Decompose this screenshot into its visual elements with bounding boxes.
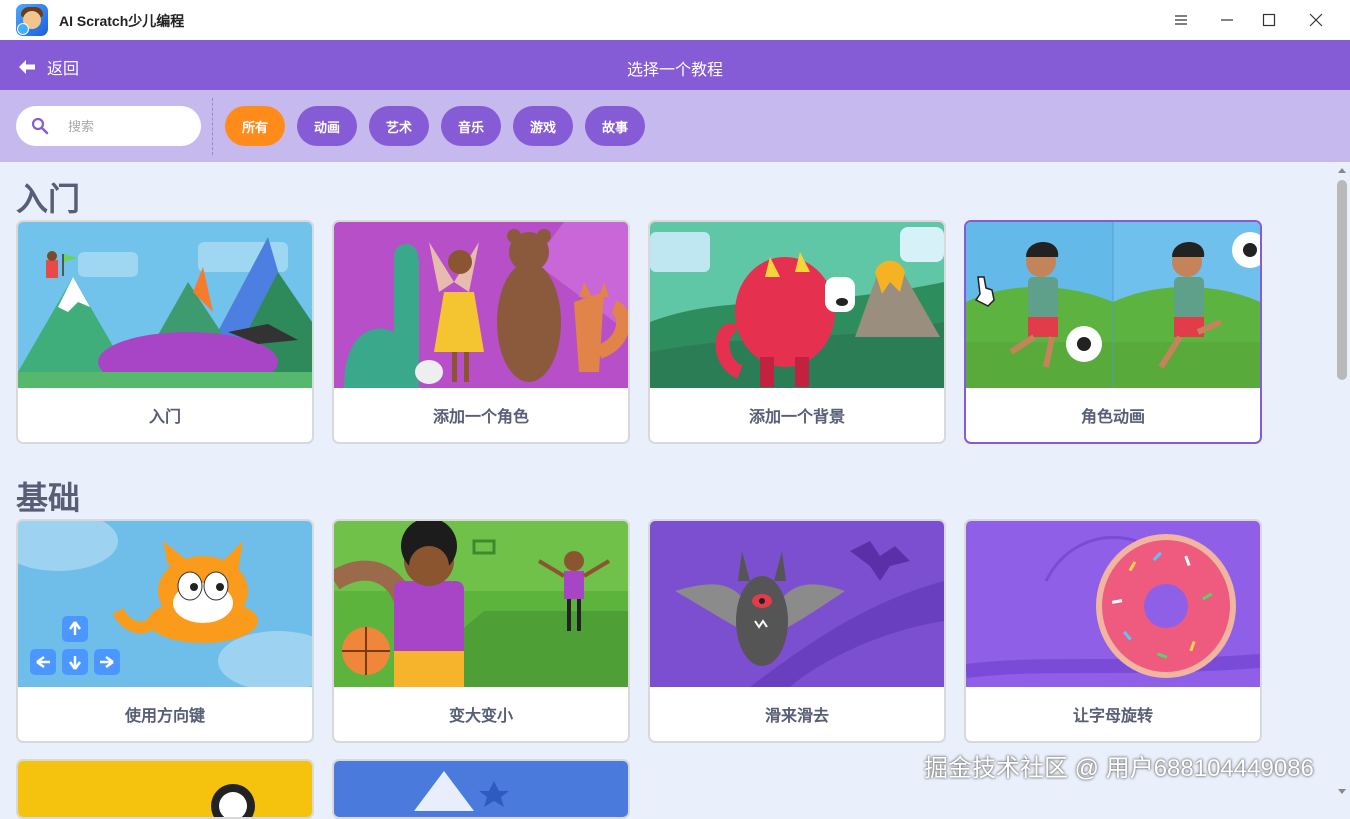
thumbnail-soccer bbox=[966, 222, 1260, 388]
tutorial-card-grow-shrink[interactable]: 变大变小 bbox=[332, 519, 630, 743]
vertical-scrollbar[interactable] bbox=[1334, 162, 1350, 800]
section-title-basics: 基础 bbox=[16, 480, 81, 516]
thumbnail-basketball bbox=[334, 521, 628, 687]
filter-tag-games[interactable]: 游戏 bbox=[513, 106, 573, 146]
thumbnail-partial-blue bbox=[334, 761, 628, 817]
thumbnail-bat bbox=[650, 521, 944, 687]
window-title: AI Scratch少儿编程 bbox=[59, 13, 185, 29]
filter-tag-animation[interactable]: 动画 bbox=[297, 106, 357, 146]
card-label: 角色动画 bbox=[1080, 409, 1145, 426]
tutorial-card-add-sprite[interactable]: 添加一个角色 bbox=[332, 220, 630, 444]
header-bar: 返回 选择一个教程 bbox=[0, 40, 1350, 90]
minimize-icon[interactable] bbox=[1204, 0, 1250, 40]
title-bar: AI Scratch少儿编程 bbox=[0, 0, 1350, 40]
watermark: 掘金技术社区 @ 用户688104449086 bbox=[924, 755, 1314, 782]
card-label: 入门 bbox=[148, 409, 181, 426]
card-label: 让字母旋转 bbox=[1072, 708, 1153, 725]
card-label: 变大变小 bbox=[448, 708, 513, 725]
card-label: 滑来滑去 bbox=[764, 708, 829, 725]
thumbnail-donut bbox=[966, 521, 1260, 687]
thumbnail-dragon-volcano bbox=[650, 222, 944, 388]
section-title-getting-started: 入门 bbox=[16, 181, 81, 217]
filter-tag-stories[interactable]: 故事 bbox=[585, 106, 645, 146]
tutorial-card-partial-1[interactable] bbox=[16, 759, 314, 819]
tutorial-card-getting-started[interactable]: 入门 bbox=[16, 220, 314, 444]
close-icon[interactable] bbox=[1293, 0, 1339, 40]
filter-tag-art[interactable]: 艺术 bbox=[369, 106, 429, 146]
tutorial-card-spin-letters[interactable]: 让字母旋转 bbox=[964, 519, 1262, 743]
maximize-icon[interactable] bbox=[1246, 0, 1292, 40]
tutorial-card-partial-2[interactable] bbox=[332, 759, 630, 819]
page-title: 选择一个教程 bbox=[626, 62, 723, 79]
app-logo-icon bbox=[16, 4, 48, 36]
search-box[interactable] bbox=[16, 106, 201, 146]
tutorial-card-arrow-keys[interactable]: 使用方向键 bbox=[16, 519, 314, 743]
tutorial-card-glide[interactable]: 滑来滑去 bbox=[648, 519, 946, 743]
filter-tag-all[interactable]: 所有 bbox=[225, 106, 285, 146]
tutorial-card-animate-sprite[interactable]: 角色动画 bbox=[964, 220, 1262, 444]
filter-divider bbox=[212, 98, 213, 155]
thumbnail-partial-yellow bbox=[18, 761, 312, 817]
filter-bar: 所有 动画 艺术 音乐 游戏 故事 bbox=[0, 90, 1350, 162]
scroll-down-icon[interactable] bbox=[1338, 789, 1346, 794]
thumbnail-cat-arrow-keys bbox=[18, 521, 312, 687]
filter-tag-music[interactable]: 音乐 bbox=[441, 106, 501, 146]
scroll-thumb[interactable] bbox=[1337, 180, 1347, 380]
menu-icon[interactable] bbox=[1158, 0, 1204, 40]
thumbnail-mountains bbox=[18, 222, 312, 388]
card-label: 使用方向键 bbox=[124, 708, 205, 725]
card-label: 添加一个背景 bbox=[748, 409, 845, 426]
tutorial-card-add-backdrop[interactable]: 添加一个背景 bbox=[648, 220, 946, 444]
search-input[interactable] bbox=[68, 114, 188, 138]
scroll-up-icon[interactable] bbox=[1338, 168, 1346, 173]
search-icon bbox=[31, 117, 49, 135]
card-label: 添加一个角色 bbox=[432, 409, 529, 426]
thumbnail-characters bbox=[334, 222, 628, 388]
